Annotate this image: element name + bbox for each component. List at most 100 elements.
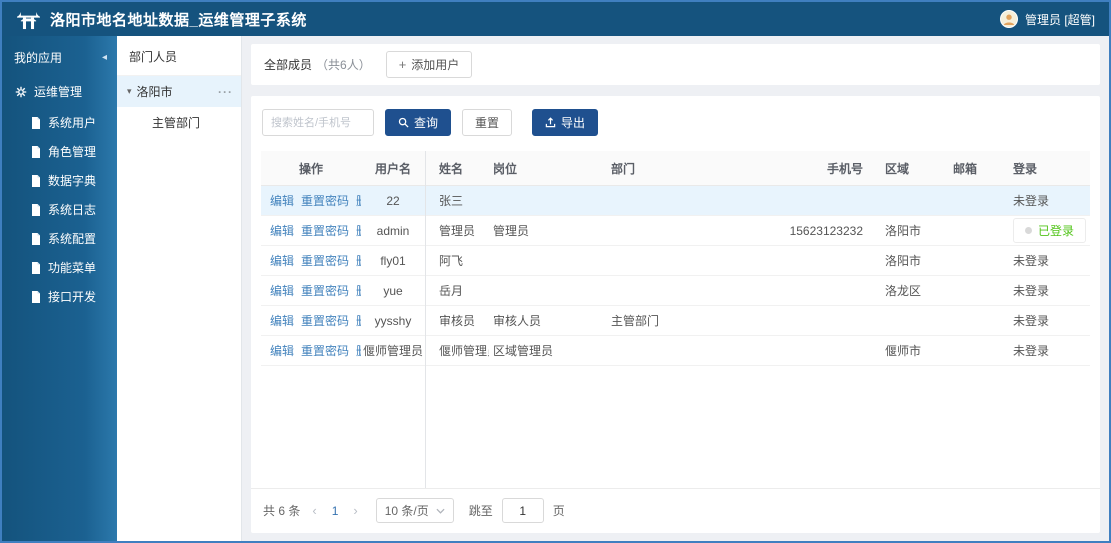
action-link[interactable]: 编辑 (270, 344, 294, 358)
column-header: 状态 (1087, 151, 1090, 186)
cell-email (949, 305, 1007, 336)
action-link[interactable]: 重置密码 (301, 254, 349, 268)
sidebar-item-系统日志[interactable]: 系统日志 (2, 195, 117, 224)
export-button[interactable]: 导出 (532, 109, 599, 136)
action-link[interactable]: 编辑 (270, 254, 294, 268)
reset-button[interactable]: 重置 (462, 109, 513, 136)
document-icon (31, 116, 41, 129)
cell-username: yue (361, 275, 425, 306)
action-link[interactable]: 删除 (356, 254, 361, 268)
action-link[interactable]: 重置密码 (301, 224, 349, 238)
table-row[interactable]: 编辑重置密码删除fly01阿飞 洛阳市 未登录正常 (261, 245, 1090, 276)
jump-page-input[interactable] (501, 498, 544, 523)
document-icon (31, 174, 41, 187)
table-row[interactable]: 编辑重置密码删除yysshy审核员审核人员主管部门 未登录正常 (261, 305, 1090, 336)
sidebar-item-label: 系统配置 (48, 232, 97, 246)
column-header: 姓名 (425, 151, 489, 186)
members-toolbar: 全部成员 （共6人） + 添加用户 (251, 44, 1100, 85)
user-menu[interactable]: 管理员 [超管] (999, 10, 1095, 28)
app-logo-icon (16, 9, 41, 30)
table-row[interactable]: 编辑重置密码删除admin管理员管理员15623123232洛阳市已登录正常 (261, 215, 1090, 246)
search-toolbar: 查询 重置 导出 (251, 96, 1100, 138)
caret-down-icon[interactable]: ▾ (127, 86, 132, 97)
tree-node-supervisor-dept[interactable]: 主管部门 (117, 107, 241, 138)
search-input[interactable] (262, 109, 374, 136)
action-link[interactable]: 重置密码 (301, 344, 349, 358)
search-button[interactable]: 查询 (385, 109, 452, 136)
action-link[interactable]: 重置密码 (301, 194, 349, 208)
action-link[interactable]: 编辑 (270, 194, 294, 208)
action-link[interactable]: 删除 (356, 344, 361, 358)
sidebar-item-功能菜单[interactable]: 功能菜单 (2, 253, 117, 282)
more-actions-icon[interactable]: ··· (218, 85, 233, 99)
action-link[interactable]: 删除 (356, 224, 361, 238)
column-header: 岗位 (489, 151, 601, 186)
cell-login: 未登录 (1007, 305, 1087, 336)
cell-status: 正常 (1087, 215, 1090, 246)
column-header: 手机号 (769, 151, 879, 186)
user-avatar-icon (999, 10, 1018, 28)
cell-username: fly01 (361, 245, 425, 276)
cell-post: 审核人员 (489, 305, 601, 336)
tree-node-luoyang[interactable]: ▾ 洛阳市 ··· (117, 76, 241, 107)
logged-in-badge[interactable]: 已登录 (1013, 218, 1087, 243)
main-content: 全部成员 （共6人） + 添加用户 搜索姓名/手机号 查询 重置 导出 操作 用… (242, 36, 1109, 541)
action-link[interactable]: 删除 (356, 194, 361, 208)
row-actions: 编辑重置密码删除 (261, 275, 361, 306)
add-user-button[interactable]: + 添加用户 (385, 51, 473, 78)
sidebar-section-my-apps[interactable]: 我的应用 ◂ (2, 40, 117, 75)
prev-page-button[interactable]: ‹ (309, 503, 319, 518)
action-link[interactable]: 重置密码 (301, 284, 349, 298)
cell-status: 正常 (1087, 335, 1090, 366)
cell-name: 管理员 (425, 215, 489, 246)
gear-icon (15, 86, 27, 98)
sidebar-nav: 系统用户 角色管理数据字典系统日志系统配置功能菜单 接口开发 (2, 108, 117, 311)
sidebar-item-label: 数据字典 (48, 174, 97, 188)
cell-status: 正常 (1087, 275, 1090, 306)
action-link[interactable]: 编辑 (270, 314, 294, 328)
sidebar-item-数据字典[interactable]: 数据字典 (2, 166, 117, 195)
cell-post (489, 185, 601, 216)
cell-region: 洛阳市 (879, 245, 949, 276)
cell-email (949, 245, 1007, 276)
action-link[interactable]: 编辑 (270, 284, 294, 298)
sidebar-group-ops-management[interactable]: 运维管理 (2, 75, 117, 108)
cell-status: 禁用 (1087, 185, 1090, 216)
table-row[interactable]: 编辑重置密码删除偃师管理员偃师管理员区域管理员偃师市未登录正常 (261, 335, 1090, 366)
cell-login: 未登录 (1007, 185, 1087, 216)
cell-username: admin (361, 215, 425, 246)
column-header: 操作 (261, 151, 361, 186)
action-link[interactable]: 编辑 (270, 224, 294, 238)
action-link[interactable]: 删除 (356, 314, 361, 328)
cell-name: 偃师管理员 (425, 335, 489, 366)
column-header: 登录 (1007, 151, 1087, 186)
cell-status: 正常 (1087, 245, 1090, 276)
cell-phone (769, 335, 879, 366)
cell-login: 未登录 (1007, 335, 1087, 366)
action-link[interactable]: 删除 (356, 284, 361, 298)
cell-region: 洛龙区 (879, 275, 949, 306)
sidebar-item-角色管理[interactable]: 角色管理 (2, 137, 117, 166)
document-icon (31, 232, 41, 245)
next-page-button[interactable]: › (350, 503, 360, 518)
cell-login: 未登录 (1007, 245, 1087, 276)
action-link[interactable]: 重置密码 (301, 314, 349, 328)
sidebar-item-系统用户[interactable]: 系统用户 (2, 108, 117, 137)
cell-dept (601, 275, 769, 306)
table-row[interactable]: 编辑重置密码删除yue岳月 洛龙区 未登录正常 (261, 275, 1090, 306)
collapse-arrow-icon[interactable]: ◂ (102, 52, 107, 63)
sidebar-item-接口开发[interactable]: 接口开发 (2, 282, 117, 311)
cell-email (949, 215, 1007, 246)
cell-email (949, 275, 1007, 306)
column-header: 部门 (601, 151, 769, 186)
status-dot-icon (1025, 227, 1032, 234)
sidebar-item-系统配置[interactable]: 系统配置 (2, 224, 117, 253)
cell-post: 管理员 (489, 215, 601, 246)
sidebar: 我的应用 ◂ 运维管理 系统用户 角色管理数据字典系统日志系统配置功能菜单 接口开发 (2, 36, 117, 541)
cell-region: 偃师市 (879, 335, 949, 366)
table-row[interactable]: 编辑重置密码删除22张三 未登录禁用 (261, 185, 1090, 216)
current-page-number[interactable]: 1 (329, 504, 342, 518)
row-actions: 编辑重置密码删除 (261, 305, 361, 336)
sidebar-item-label: 系统日志 (48, 203, 97, 217)
page-size-select[interactable]: 10 条/页 (375, 498, 454, 523)
